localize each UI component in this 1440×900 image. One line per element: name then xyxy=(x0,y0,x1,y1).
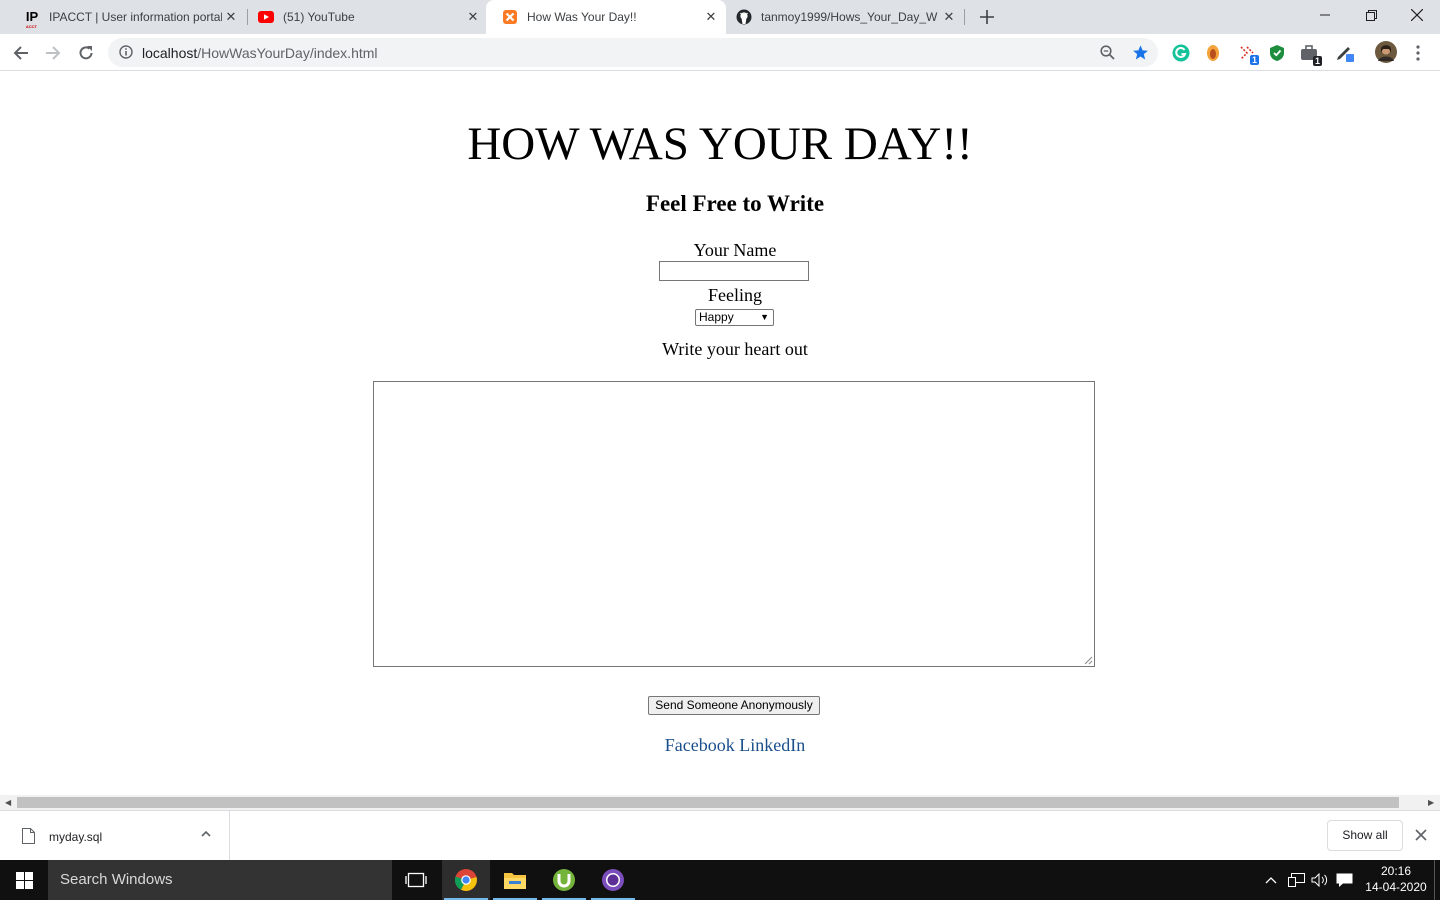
restore-button[interactable] xyxy=(1348,0,1394,30)
youtube-icon xyxy=(258,9,274,25)
bookmark-star-icon[interactable] xyxy=(1132,44,1149,61)
address-bar[interactable]: localhost/HowWasYourDay/index.html xyxy=(108,38,1158,67)
tab-title: tanmoy1999/Hows_Your_Day_W xyxy=(761,10,938,24)
search-placeholder: Search Windows xyxy=(60,871,173,888)
download-shelf: myday.sql Show all xyxy=(0,810,1440,861)
menu-kebab-icon[interactable] xyxy=(1408,43,1428,63)
task-view-icon xyxy=(405,872,427,888)
info-icon[interactable] xyxy=(119,45,133,59)
folder-icon xyxy=(504,873,526,889)
tab-title: How Was Your Day!! xyxy=(527,10,637,24)
tab-separator xyxy=(964,9,965,25)
tab-ipacct[interactable]: IP ACCT IPACCT | User information portal… xyxy=(8,0,246,34)
clock-date: 14-04-2020 xyxy=(1365,880,1427,894)
social-links: Facebook LinkedIn xyxy=(0,735,1440,756)
task-view-button[interactable] xyxy=(392,860,440,900)
close-tab-icon[interactable]: ✕ xyxy=(464,8,482,26)
feeling-select[interactable]: Happy ▼ xyxy=(695,309,774,326)
pen-icon[interactable] xyxy=(1335,43,1355,63)
scroll-left-icon[interactable]: ◀ xyxy=(5,798,11,807)
taskbar-app-purple[interactable] xyxy=(589,860,637,900)
feeling-label: Feeling xyxy=(708,285,762,305)
extension-badge-count: 1 xyxy=(1312,56,1322,66)
feeling-selected-value: Happy xyxy=(699,310,734,324)
windows-logo-icon xyxy=(15,871,33,889)
notifications-icon[interactable] xyxy=(1334,860,1354,900)
name-input[interactable] xyxy=(659,261,809,281)
url-text: localhost/HowWasYourDay/index.html xyxy=(142,45,378,61)
plus-icon xyxy=(980,10,994,24)
page-content: HOW WAS YOUR DAY!! Feel Free to Write Yo… xyxy=(0,71,1440,795)
browser-toolbar: localhost/HowWasYourDay/index.html 1 1 xyxy=(0,34,1440,71)
reload-button[interactable] xyxy=(72,39,100,67)
xampp-icon xyxy=(502,9,518,25)
extension-badge-count: 1 xyxy=(1249,55,1259,65)
close-tab-icon[interactable]: ✕ xyxy=(702,8,720,26)
send-anonymously-button[interactable]: Send Someone Anonymously xyxy=(648,696,820,715)
shield-icon[interactable] xyxy=(1267,43,1287,63)
new-tab-button[interactable] xyxy=(976,6,998,28)
zoom-icon[interactable] xyxy=(1100,45,1115,60)
extension-orange-icon[interactable] xyxy=(1203,43,1223,63)
network-icon[interactable] xyxy=(1286,860,1306,900)
show-all-button[interactable]: Show all xyxy=(1327,820,1403,851)
windows-taskbar: Search Windows 20:16 14-04-2020 xyxy=(0,860,1440,900)
chrome-icon xyxy=(454,869,477,891)
page-subtitle: Feel Free to Write xyxy=(645,191,825,216)
tab-title: IPACCT | User information portal xyxy=(49,10,222,24)
scrollbar-thumb[interactable] xyxy=(17,797,1399,808)
message-textarea[interactable] xyxy=(373,381,1095,667)
profile-avatar[interactable] xyxy=(1375,41,1397,63)
github-icon xyxy=(736,9,752,25)
back-button[interactable] xyxy=(7,39,35,67)
tab-how-was-your-day[interactable]: How Was Your Day!! ✕ xyxy=(486,0,726,34)
arrow-left-icon xyxy=(13,46,28,60)
tab-youtube[interactable]: (51) YouTube ✕ xyxy=(242,0,488,34)
name-label: Your Name xyxy=(693,240,777,260)
resize-grip-icon[interactable] xyxy=(1083,655,1093,665)
grammarly-icon[interactable] xyxy=(1171,43,1191,63)
restore-icon xyxy=(1365,9,1377,21)
dropdown-arrow-icon: ▼ xyxy=(760,312,769,322)
show-desktop-button[interactable] xyxy=(1434,860,1440,900)
arrow-right-icon xyxy=(46,46,61,60)
close-tab-icon[interactable]: ✕ xyxy=(222,8,240,26)
taskbar-file-explorer[interactable] xyxy=(491,860,539,900)
extension-badge-icon[interactable]: 1 xyxy=(1237,43,1259,65)
minimize-button[interactable] xyxy=(1302,0,1348,30)
close-tab-icon[interactable]: ✕ xyxy=(940,8,958,26)
volume-icon[interactable] xyxy=(1310,860,1330,900)
reload-icon xyxy=(79,46,93,60)
horizontal-scrollbar[interactable]: ◀ ▶ xyxy=(0,795,1440,810)
tab-github[interactable]: tanmoy1999/Hows_Your_Day_W ✕ xyxy=(720,0,964,34)
download-file-name: myday.sql xyxy=(49,830,103,844)
close-icon[interactable] xyxy=(1414,828,1428,842)
forward-button[interactable] xyxy=(39,39,67,67)
clock-time: 20:16 xyxy=(1380,864,1412,878)
briefcase-icon[interactable]: 1 xyxy=(1299,43,1322,66)
tab-strip: IP ACCT IPACCT | User information portal… xyxy=(0,0,1440,34)
taskbar-clock[interactable]: 20:16 14-04-2020 xyxy=(1360,863,1432,895)
tab-title: (51) YouTube xyxy=(283,10,355,24)
taskbar-search[interactable]: Search Windows xyxy=(48,860,392,900)
download-item[interactable]: myday.sql xyxy=(0,811,230,861)
page-title: HOW WAS YOUR DAY!! xyxy=(467,118,973,170)
facebook-link[interactable]: Facebook xyxy=(665,735,735,755)
taskbar-utorrent[interactable] xyxy=(540,860,588,900)
cat-app-icon xyxy=(602,869,624,891)
chevron-up-icon[interactable] xyxy=(200,828,212,840)
textarea-label: Write your heart out xyxy=(662,339,808,359)
linkedin-link[interactable]: LinkedIn xyxy=(739,735,805,755)
file-icon xyxy=(22,828,35,844)
minimize-icon xyxy=(1320,14,1330,16)
close-window-button[interactable] xyxy=(1394,0,1440,30)
scroll-right-icon[interactable]: ▶ xyxy=(1428,798,1434,807)
close-icon xyxy=(1411,9,1423,21)
utorrent-icon xyxy=(553,869,575,891)
taskbar-chrome[interactable] xyxy=(442,860,490,900)
ipacct-favicon-icon: IP ACCT xyxy=(25,9,39,29)
tray-overflow-chevron-icon[interactable] xyxy=(1262,860,1280,900)
start-button[interactable] xyxy=(0,860,48,900)
